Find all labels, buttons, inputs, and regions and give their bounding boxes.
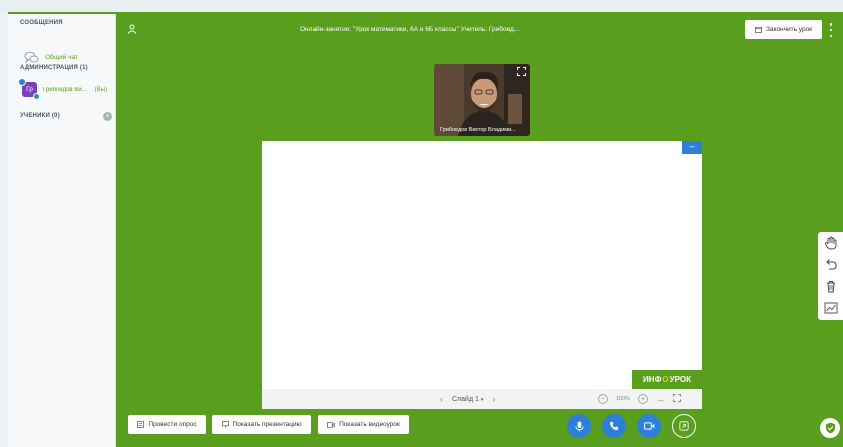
undo-icon[interactable] bbox=[824, 257, 838, 271]
hand-tool-icon[interactable] bbox=[824, 236, 838, 250]
admin-user-item[interactable]: Гр Грибоедов Ви... (Вы) bbox=[18, 78, 118, 100]
avatar: Гр bbox=[18, 78, 40, 100]
chat-bubbles-icon bbox=[24, 51, 39, 64]
admin-user-name: Грибоедов Ви... bbox=[43, 86, 87, 93]
security-shield-icon[interactable] bbox=[820, 418, 840, 438]
add-student-icon[interactable]: + bbox=[103, 112, 112, 121]
start-poll-button[interactable]: Провести опрос bbox=[128, 415, 206, 434]
microphone-icon bbox=[574, 421, 584, 431]
share-screen-icon bbox=[679, 421, 689, 431]
zoom-out-icon[interactable]: − bbox=[598, 394, 608, 404]
chart-tool-icon[interactable] bbox=[824, 301, 838, 315]
general-chat-label: Общий чат bbox=[45, 53, 79, 61]
admin-section-title: АДМИНИСТРАЦИЯ (1) bbox=[20, 65, 88, 71]
start-poll-label: Провести опрос bbox=[148, 421, 197, 428]
microphone-button[interactable] bbox=[567, 414, 591, 438]
general-chat-item[interactable]: Общий чат bbox=[24, 51, 79, 64]
expand-video-icon[interactable] bbox=[517, 67, 526, 76]
fit-width-icon[interactable]: ↔ bbox=[656, 394, 665, 404]
infourok-logo: ИНФ О УРОК bbox=[632, 370, 702, 389]
zoom-level: 100% bbox=[616, 396, 631, 402]
show-video-lesson-label: Показать видеоурок bbox=[339, 421, 400, 428]
webcam-video-image bbox=[434, 64, 530, 136]
phone-button[interactable] bbox=[602, 414, 626, 438]
chevron-down-icon: ▾ bbox=[480, 396, 484, 403]
trash-icon[interactable] bbox=[824, 279, 838, 293]
end-lesson-button[interactable]: Закончить урок bbox=[745, 20, 822, 39]
logo-text-left: ИНФ bbox=[643, 375, 662, 384]
mic-status-icon bbox=[18, 78, 26, 86]
logo-text-o: О bbox=[662, 375, 669, 384]
slide-control-bar: ‹ Слайд 1 ▾ › − 100% + ↔ bbox=[262, 389, 702, 409]
user-icon[interactable] bbox=[127, 24, 137, 34]
screen-share-button[interactable] bbox=[672, 414, 696, 438]
admin-user-you: (Вы) bbox=[94, 86, 107, 93]
slide-number-select[interactable]: Слайд 1 ▾ bbox=[452, 396, 483, 403]
whiteboard-slide[interactable] bbox=[262, 141, 702, 389]
phone-icon bbox=[609, 421, 619, 431]
end-lesson-label: Закончить урок bbox=[765, 26, 813, 33]
slide-label: Слайд 1 bbox=[452, 395, 479, 403]
webcam-name-label: Грибоедов Виктор Владими... bbox=[440, 127, 516, 133]
video-icon bbox=[327, 421, 335, 428]
more-options-icon[interactable] bbox=[829, 23, 833, 37]
webcam-preview[interactable]: Грибоедов Виктор Владими... bbox=[434, 64, 530, 136]
browser-top-strip bbox=[0, 0, 843, 12]
calendar-icon bbox=[755, 26, 762, 33]
zoom-in-icon[interactable]: + bbox=[638, 394, 649, 404]
students-section-title: УЧЕНИКИ (0) bbox=[20, 113, 60, 119]
messages-section-title: СООБЩЕНИЯ bbox=[20, 20, 63, 26]
next-slide-button[interactable]: › bbox=[492, 394, 495, 404]
sidebar: СООБЩЕНИЯ Общий чат АДМИНИСТРАЦИЯ (1) Гр… bbox=[8, 14, 116, 447]
avatar-initials: Гр bbox=[26, 86, 33, 93]
minimize-slide-button[interactable]: – bbox=[682, 141, 702, 154]
show-presentation-label: Показать презентацию bbox=[232, 421, 302, 428]
fullscreen-icon[interactable] bbox=[673, 394, 682, 404]
prev-slide-button[interactable]: ‹ bbox=[440, 394, 443, 404]
drawing-toolbar bbox=[818, 232, 843, 320]
camera-button[interactable] bbox=[637, 414, 661, 438]
show-video-lesson-button[interactable]: Показать видеоурок bbox=[318, 415, 409, 434]
presentation-icon bbox=[221, 421, 229, 428]
logo-text-right: УРОК bbox=[669, 375, 691, 384]
lesson-title: Онлайн-занятие: "Урок математики, 6А и 6… bbox=[300, 26, 520, 33]
show-presentation-button[interactable]: Показать презентацию bbox=[212, 415, 311, 434]
camera-icon bbox=[643, 422, 654, 430]
online-status-icon bbox=[33, 93, 40, 100]
poll-icon bbox=[137, 421, 145, 428]
